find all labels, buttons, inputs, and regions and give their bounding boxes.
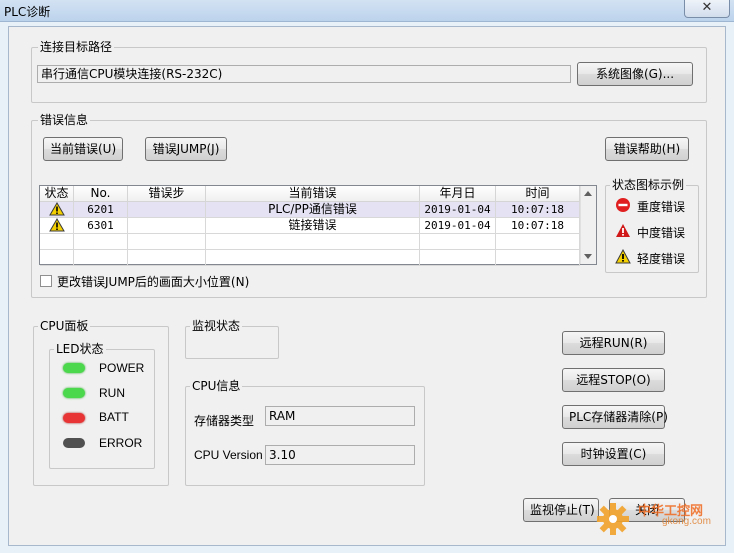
table-row-empty[interactable] [40,234,580,250]
column-header-time[interactable]: 时间 [496,186,580,202]
run-led-label: RUN [99,386,125,400]
table-row[interactable]: 6201 PLC/PP通信错误 2019-01-04 10:07:18 [40,202,580,218]
error-led [63,438,85,448]
warning-icon [48,218,65,232]
cpu-info-group-label: CPU信息 [190,379,243,393]
scroll-down-icon[interactable] [584,254,592,259]
close-icon: ✕ [701,0,713,15]
cpu-panel-group-label: CPU面板 [38,319,91,333]
remote-run-button[interactable]: 远程RUN(R) [562,331,665,355]
cpu-version-label: CPU Version [194,448,263,462]
column-header-no[interactable]: No. [74,186,128,202]
legend-group-label: 状态图标示例 [610,178,687,192]
resize-after-jump-checkbox[interactable] [40,275,52,287]
cpu-info-group: CPU信息 [185,379,425,486]
error-cell: PLC/PP通信错误 [206,202,420,218]
error-cell: 链接错误 [206,218,420,234]
gear-icon [597,503,629,535]
memory-type-label: 存储器类型 [194,414,255,428]
error-help-button[interactable]: 错误帮助(H) [605,137,689,161]
minor-error-label: 轻度错误 [637,252,686,266]
clock-setting-button[interactable]: 时钟设置(C) [562,442,665,466]
resize-after-jump-label[interactable]: 更改错误JUMP后的画面大小位置(N) [57,273,249,290]
current-error-button[interactable]: 当前错误(U) [43,137,123,161]
table-row-empty[interactable] [40,250,580,266]
monitor-status-group-label: 监视状态 [190,319,243,333]
step-cell [128,218,206,234]
connection-path-field: 串行通信CPU模块连接(RS-232C) [37,65,571,83]
error-table[interactable]: 状态 No. 错误步 当前错误 年月日 时间 6201 PLC/PP通信错误 2… [39,185,597,266]
dialog-client-area: 连接目标路径 串行通信CPU模块连接(RS-232C) 系统图像(G)... 错… [8,26,726,546]
table-vertical-scrollbar[interactable] [580,186,596,264]
date-cell: 2019-01-04 [420,202,496,218]
led-status-group-label: LED状态 [54,342,106,356]
cpu-version-field: 3.10 [265,445,415,465]
minor-error-icon [615,249,631,264]
power-led [63,363,85,373]
date-cell: 2019-01-04 [420,218,496,234]
error-jump-button[interactable]: 错误JUMP(J) [145,137,227,161]
error-info-group-label: 错误信息 [38,113,91,127]
batt-led [63,413,85,423]
column-header-date[interactable]: 年月日 [420,186,496,202]
table-row[interactable]: 6301 链接错误 2019-01-04 10:07:18 [40,218,580,234]
memory-type-field: RAM [265,406,415,426]
watermark-subtext: gkong.com [662,516,711,527]
major-error-label: 重度错误 [637,200,686,214]
window-title: PLC诊断 [4,5,51,19]
step-cell [128,202,206,218]
column-header-step[interactable]: 错误步 [128,186,206,202]
major-error-icon [616,198,630,212]
status-cell [40,218,74,234]
scroll-up-icon[interactable] [584,191,592,196]
window-close-button[interactable]: ✕ [684,0,730,18]
monitor-status-group: 监视状态 [185,319,279,359]
remote-stop-button[interactable]: 远程STOP(O) [562,368,665,392]
status-cell [40,202,74,218]
run-led [63,388,85,398]
no-cell: 6201 [74,202,128,218]
time-cell: 10:07:18 [496,218,580,234]
title-bar: PLC诊断 ✕ [0,0,734,22]
column-header-error[interactable]: 当前错误 [206,186,420,202]
power-led-label: POWER [99,361,145,375]
error-led-label: ERROR [99,436,143,450]
moderate-error-label: 中度错误 [637,226,686,240]
column-header-status[interactable]: 状态 [40,186,74,202]
plc-memory-clear-button[interactable]: PLC存储器清除(P) [562,405,668,429]
batt-led-label: BATT [99,410,129,424]
warning-icon [48,202,65,216]
connection-group-label: 连接目标路径 [38,40,115,54]
system-image-button[interactable]: 系统图像(G)... [577,62,693,86]
stop-monitor-button[interactable]: 监视停止(T) [523,498,599,522]
moderate-error-icon [616,224,630,237]
no-cell: 6301 [74,218,128,234]
time-cell: 10:07:18 [496,202,580,218]
watermark: 中华工控网 gkong.com [592,492,732,548]
